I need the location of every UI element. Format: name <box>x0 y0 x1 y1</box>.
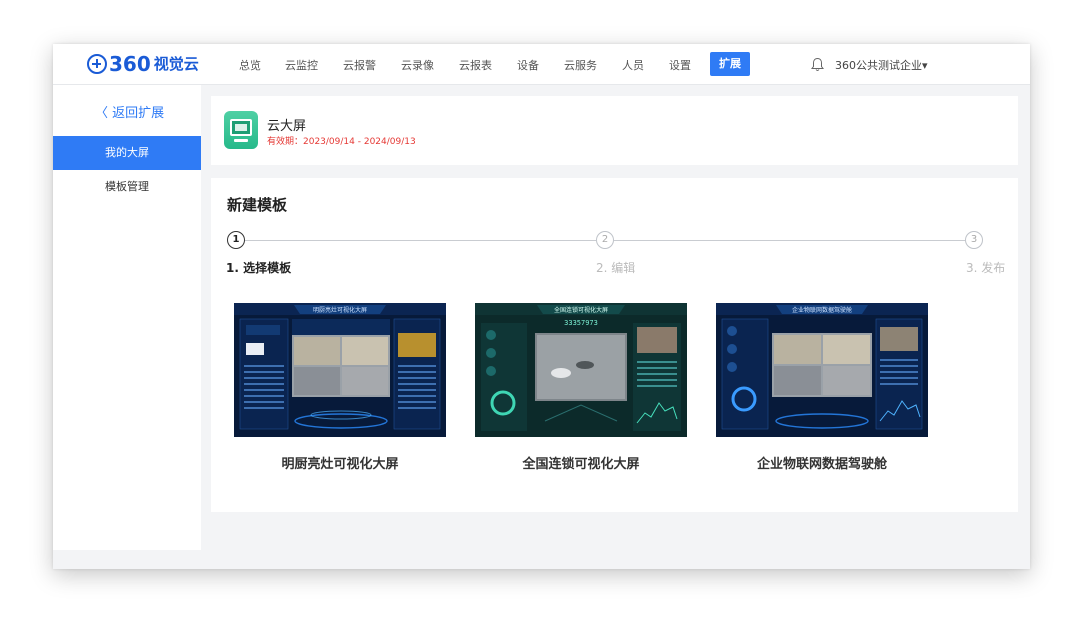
template-chain-store[interactable]: 全国连锁可视化大屏 33357973 全国连锁可视化大屏 <box>475 303 687 472</box>
thumb-title: 全国连锁可视化大屏 <box>554 306 608 314</box>
app-window: 360 视觉云 总览 云监控 云报警 云录像 云报表 设备 云服务 人员 设置 … <box>53 44 1030 569</box>
nav-cloud-alarm[interactable]: 云报警 <box>343 57 376 73</box>
template-thumbnail: 明厨亮灶可视化大屏 <box>234 303 446 437</box>
step-1-indicator: 1 <box>227 231 245 249</box>
app-info-card: 云大屏 有效期：2023/09/14 - 2024/09/13 <box>211 96 1018 165</box>
top-bar: 360 视觉云 总览 云监控 云报警 云录像 云报表 设备 云服务 人员 设置 … <box>53 44 1030 85</box>
step-connector <box>614 240 965 241</box>
template-name: 企业物联网数据驾驶舱 <box>756 457 887 472</box>
template-thumbnail: 全国连锁可视化大屏 33357973 <box>475 303 687 437</box>
nav-cloud-recording[interactable]: 云录像 <box>401 57 434 73</box>
company-selector[interactable]: 360公共测试企业▾ <box>835 57 928 73</box>
step-3-label: 3. 发布 <box>966 261 1006 275</box>
nav-cloud-report[interactable]: 云报表 <box>459 57 492 73</box>
step-1-label: 1. 选择模板 <box>226 261 292 275</box>
template-kitchen[interactable]: 明厨亮灶可视化大屏 明厨亮灶可视化大屏 <box>234 303 446 472</box>
nav-settings[interactable]: 设置 <box>669 57 691 73</box>
new-template-card: 新建模板 1 2 3 1. 选择模板 2. 编辑 3. 发布 明厨亮灶可视化大屏 <box>211 178 1018 512</box>
sidebar-item-my-screens[interactable]: 我的大屏 <box>53 136 201 170</box>
template-thumbnail: 企业物联网数据驾驶舱 <box>716 303 928 437</box>
bell-icon[interactable] <box>811 57 824 72</box>
nav-overview[interactable]: 总览 <box>239 57 261 73</box>
thumb-counter: 33357973 <box>564 319 598 327</box>
logo[interactable]: 360 视觉云 <box>87 52 199 76</box>
step-2-label: 2. 编辑 <box>596 261 636 275</box>
template-name: 明厨亮灶可视化大屏 <box>281 457 399 472</box>
template-name: 全国连锁可视化大屏 <box>522 457 640 472</box>
back-to-extensions-link[interactable]: 〈 返回扩展 <box>95 102 164 121</box>
nav-cloud-service[interactable]: 云服务 <box>564 57 597 73</box>
logo-number: 360 <box>109 52 151 76</box>
sidebar: 〈 返回扩展 我的大屏 模板管理 <box>53 85 201 550</box>
template-iot-cockpit[interactable]: 企业物联网数据驾驶舱 企业物联网数据驾驶舱 <box>716 303 928 472</box>
nav-extensions[interactable]: 扩展 <box>710 52 750 76</box>
nav-cloud-monitor[interactable]: 云监控 <box>285 57 318 73</box>
app-validity: 有效期：2023/09/14 - 2024/09/13 <box>267 137 416 147</box>
page-title: 新建模板 <box>227 196 288 214</box>
nav-personnel[interactable]: 人员 <box>622 57 644 73</box>
step-2-indicator: 2 <box>596 231 614 249</box>
step-connector <box>245 240 596 241</box>
step-3-indicator: 3 <box>965 231 983 249</box>
logo-plus-icon <box>87 54 107 74</box>
app-name: 云大屏 <box>267 119 307 134</box>
logo-text: 视觉云 <box>153 55 199 73</box>
thumb-title: 企业物联网数据驾驶舱 <box>792 306 852 314</box>
thumb-title: 明厨亮灶可视化大屏 <box>313 306 367 314</box>
sidebar-item-template-management[interactable]: 模板管理 <box>53 170 201 204</box>
big-screen-icon <box>224 111 258 149</box>
nav-devices[interactable]: 设备 <box>517 57 539 73</box>
